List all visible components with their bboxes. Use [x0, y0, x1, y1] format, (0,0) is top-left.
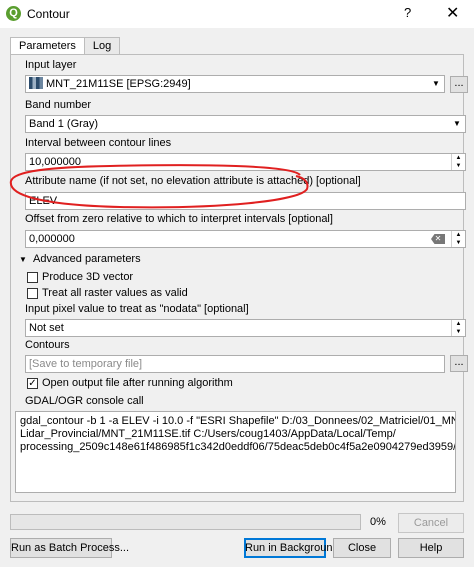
spin-arrows-icon[interactable]: ▲ ▼ [451, 320, 465, 336]
band-combo[interactable]: Band 1 (Gray) ▼ [25, 115, 466, 133]
treat-all-valid-checkbox[interactable] [27, 288, 38, 299]
window-title: Contour [27, 7, 70, 21]
triangle-down-icon: ▼ [19, 255, 27, 264]
attribute-input[interactable]: ELEV [25, 192, 466, 210]
spin-arrows-icon[interactable]: ▲ ▼ [451, 154, 465, 170]
treat-all-valid-label: Treat all raster values as valid [42, 287, 188, 299]
contours-browse-button[interactable]: ... [450, 355, 468, 372]
offset-label: Offset from zero relative to which to in… [25, 213, 333, 225]
console-label: GDAL/OGR console call [25, 395, 144, 407]
progress-percent: 0% [370, 516, 386, 528]
open-output-checkbox[interactable]: ✓ [27, 378, 38, 389]
help-button[interactable]: Help [398, 538, 464, 558]
produce-3d-label: Produce 3D vector [42, 271, 134, 283]
raster-layer-icon [29, 77, 43, 89]
chevron-down-icon: ▼ [453, 119, 461, 128]
clear-backspace-icon[interactable]: ✕ [431, 234, 445, 244]
run-batch-button[interactable]: Run as Batch Process... [10, 538, 129, 558]
input-layer-label: Input layer [25, 59, 77, 71]
chevron-down-icon: ▼ [432, 79, 440, 88]
qgis-app-icon: Q [6, 6, 21, 21]
offset-spinbox[interactable]: 0,000000 ✕ ▲ ▼ [25, 230, 466, 248]
advanced-parameters-toggle[interactable]: ▼ Advanced parameters [19, 253, 141, 265]
run-in-background-button[interactable]: Run in Background [244, 538, 339, 558]
interval-spinbox[interactable]: 10,000000 ▲ ▼ [25, 153, 466, 171]
band-value: Band 1 (Gray) [29, 118, 99, 130]
console-text[interactable]: gdal_contour -b 1 -a ELEV -i 10.0 -f "ES… [15, 411, 456, 493]
produce-3d-checkbox[interactable] [27, 272, 38, 283]
title-bar: Q Contour ? ✕ [0, 0, 474, 28]
tab-log[interactable]: Log [83, 37, 121, 55]
nodata-input[interactable]: Not set ▲ ▼ [25, 319, 466, 337]
band-label: Band number [25, 99, 92, 111]
cancel-button[interactable]: Cancel [398, 513, 464, 533]
input-layer-combo[interactable]: MNT_21M11SE [EPSG:2949] ▼ [25, 75, 445, 93]
contours-label: Contours [25, 339, 70, 351]
contours-output-input[interactable]: [Save to temporary file] [25, 355, 445, 373]
input-layer-browse-button[interactable]: ... [450, 76, 468, 93]
nodata-label: Input pixel value to treat as "nodata" [… [25, 303, 249, 315]
open-output-label: Open output file after running algorithm [42, 377, 233, 389]
close-icon[interactable]: ✕ [446, 3, 459, 23]
interval-label: Interval between contour lines [25, 137, 172, 149]
progress-bar [10, 514, 361, 530]
attribute-label: Attribute name (if not set, no elevation… [25, 175, 361, 187]
input-layer-value: MNT_21M11SE [EPSG:2949] [46, 78, 191, 90]
close-button[interactable]: Close [333, 538, 391, 558]
spin-arrows-icon[interactable]: ▲ ▼ [451, 231, 465, 247]
interval-value: 10,000000 [29, 156, 81, 168]
nodata-value: Not set [29, 322, 64, 334]
contours-placeholder: [Save to temporary file] [29, 358, 143, 370]
advanced-parameters-label: Advanced parameters [32, 253, 141, 265]
parameters-panel: Input layer MNT_21M11SE [EPSG:2949] ▼ ..… [10, 54, 468, 502]
tab-bar: Parameters Log [10, 37, 121, 56]
attribute-value: ELEV [29, 195, 58, 207]
offset-value: 0,000000 [29, 233, 75, 245]
help-icon[interactable]: ? [404, 5, 411, 20]
